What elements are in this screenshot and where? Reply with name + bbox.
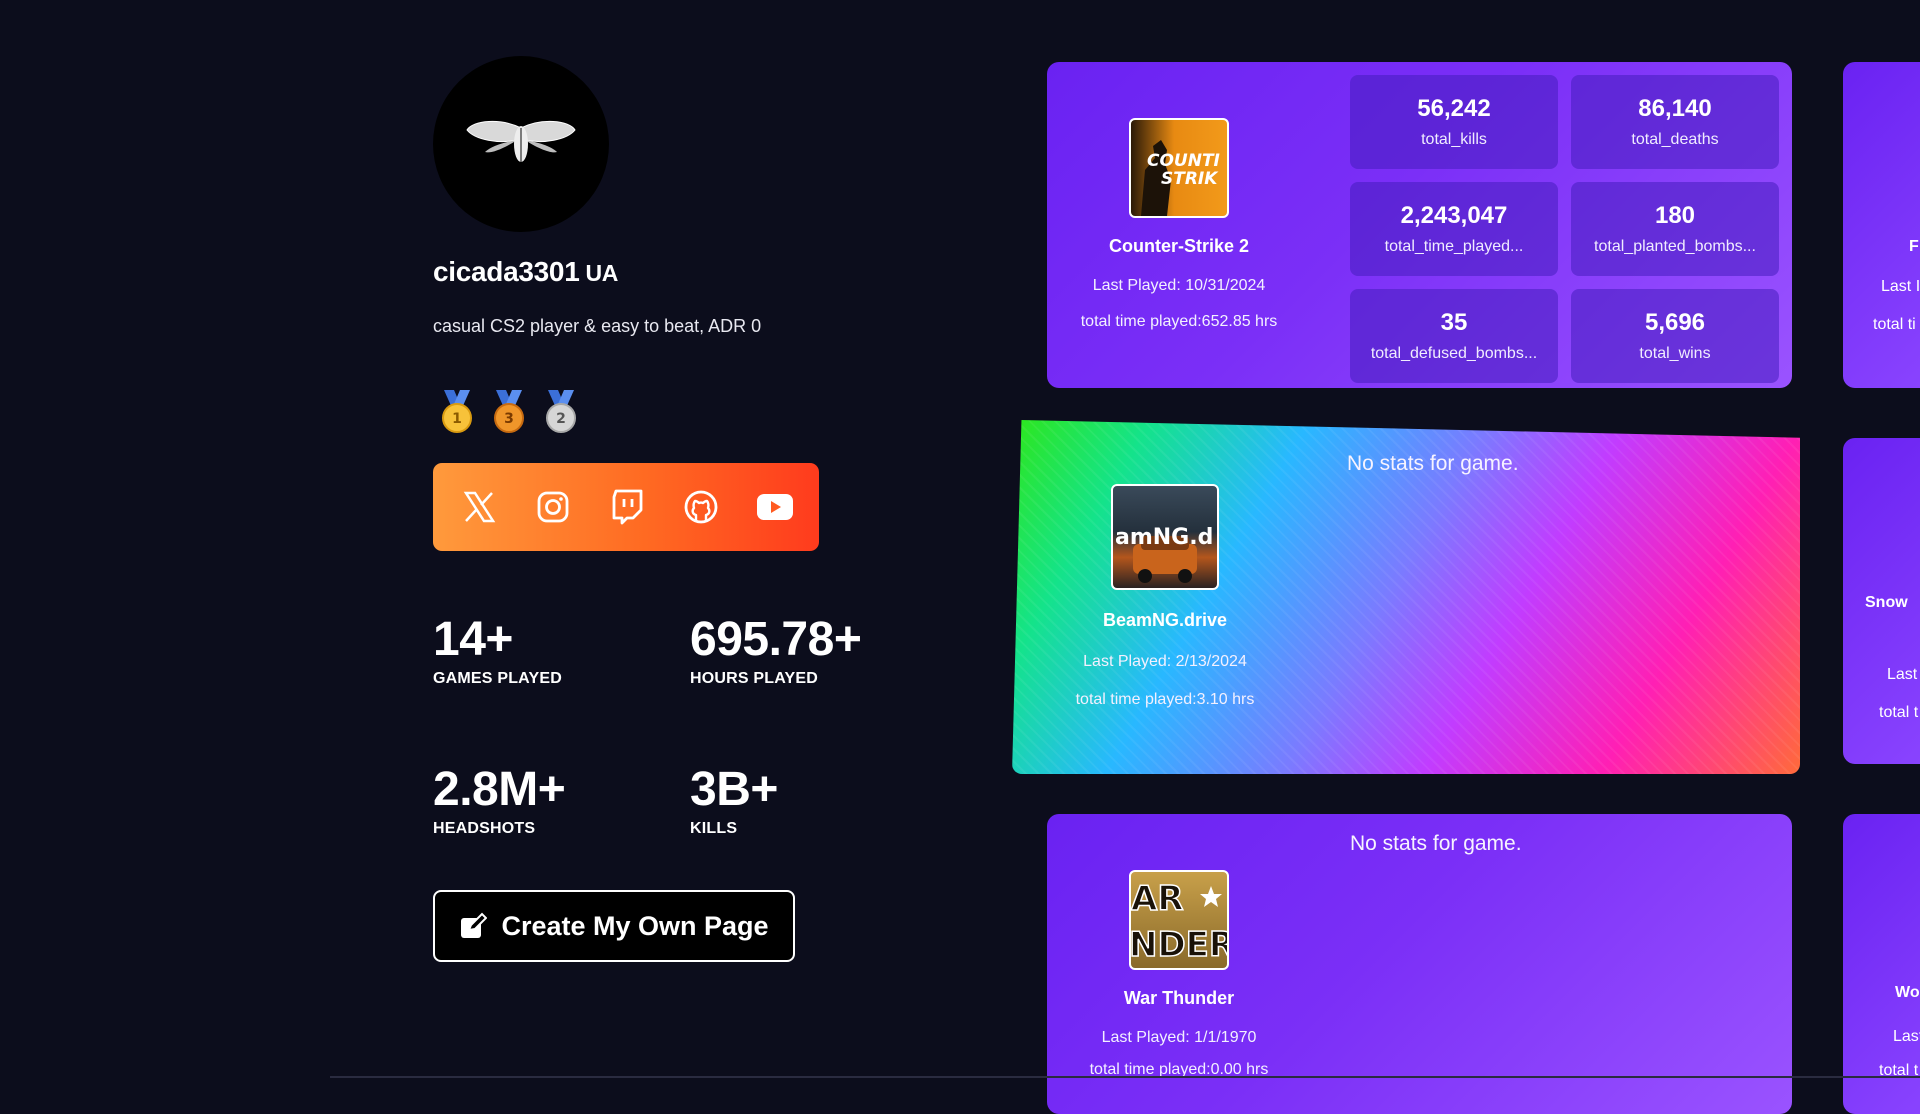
- game-info-war-thunder: AR NDER War Thunder Last Played: 1/1/197…: [1049, 870, 1309, 1079]
- create-button-label: Create My Own Page: [501, 910, 769, 941]
- svg-text:NDER: NDER: [1131, 925, 1227, 965]
- war-thunder-thumbnail-icon: AR NDER: [1131, 878, 1227, 966]
- cicada-icon: [466, 121, 576, 162]
- silver-medal-icon: 2: [546, 390, 576, 433]
- stat-value: 695.78+: [690, 613, 862, 666]
- game-name: Counter-Strike 2: [1108, 236, 1250, 256]
- game-thumbnail: AR NDER: [1129, 870, 1229, 970]
- stat-label: HOURS PLAYED: [690, 670, 819, 687]
- stat-cell-value: 180: [1654, 202, 1696, 229]
- counter-strike-thumbnail-icon: COUNTI STRIK: [1141, 140, 1220, 216]
- peek-title: F: [1909, 238, 1919, 255]
- game-name: War Thunder: [1123, 988, 1235, 1008]
- stat-cell-value: 35: [1440, 309, 1468, 336]
- youtube-link[interactable]: [753, 485, 797, 529]
- stat-value: 2.8M+: [433, 763, 566, 816]
- github-link[interactable]: [679, 485, 723, 529]
- game-total-time: total time played:3.10 hrs: [1075, 691, 1255, 708]
- stat-value: 3B+: [690, 763, 778, 816]
- github-icon: [684, 490, 718, 524]
- twitch-link[interactable]: [605, 485, 649, 529]
- peek-total-time: total ti: [1873, 316, 1916, 333]
- game-stats-grid: 56,242 total_kills 86,140 total_deaths 2…: [1350, 75, 1779, 383]
- game-card-peek-2[interactable]: Snow Last total t: [1843, 438, 1920, 764]
- stat-kills: 3B+ KILLS: [690, 764, 778, 838]
- no-stats-message: No stats for game.: [1347, 452, 1519, 475]
- stat-cell-value: 56,242: [1417, 95, 1491, 122]
- bronze-medal-icon: 3: [494, 390, 524, 433]
- x-link[interactable]: [457, 485, 501, 529]
- bottom-divider: [330, 1076, 1920, 1078]
- peek-title: Wo: [1895, 984, 1920, 1001]
- create-my-own-page-button[interactable]: Create My Own Page: [433, 890, 795, 962]
- stat-cell-total-kills: 56,242 total_kills: [1350, 75, 1558, 169]
- country-code: UA: [585, 260, 619, 286]
- svg-text:2: 2: [556, 411, 566, 427]
- edit-icon: [461, 912, 488, 938]
- x-icon: [463, 491, 496, 523]
- beamng-thumbnail-icon: amNG.d: [1115, 525, 1213, 583]
- twitch-icon: [612, 489, 643, 525]
- svg-text:COUNTI: COUNTI: [1147, 151, 1220, 171]
- stat-cell-total-defused-bombs: 35 total_defused_bombs...: [1350, 289, 1558, 383]
- game-info-counter-strike: COUNTI STRIK Counter-Strike 2 Last Playe…: [1049, 118, 1309, 331]
- stat-cell-total-deaths: 86,140 total_deaths: [1571, 75, 1779, 169]
- username-text: cicada3301: [433, 256, 580, 287]
- stat-cell-key: total_deaths: [1631, 131, 1719, 148]
- stat-cell-value: 5,696: [1644, 309, 1706, 336]
- instagram-link[interactable]: [531, 485, 575, 529]
- stat-cell-value: 2,243,047: [1400, 202, 1508, 229]
- stat-headshots: 2.8M+ HEADSHOTS: [433, 763, 566, 838]
- stat-cell-value: 86,140: [1638, 95, 1712, 122]
- username: cicada3301 UA: [433, 256, 618, 288]
- stat-cell-key: total_kills: [1421, 131, 1487, 148]
- peek-last-played: Last: [1893, 1028, 1920, 1045]
- game-card-peek-3[interactable]: Wo Last total t: [1843, 814, 1920, 1114]
- svg-text:1: 1: [452, 411, 462, 427]
- game-name: BeamNG.drive: [1102, 610, 1228, 630]
- stat-cell-total-wins: 5,696 total_wins: [1571, 289, 1779, 383]
- stat-cell-key: total_defused_bombs...: [1370, 345, 1538, 362]
- game-info-beamng: amNG.d BeamNG.drive Last Played: 2/13/20…: [1035, 484, 1295, 709]
- game-thumbnail: COUNTI STRIK: [1129, 118, 1229, 218]
- stat-cell-key: total_wins: [1639, 345, 1711, 362]
- no-stats-message: No stats for game.: [1350, 832, 1522, 855]
- game-total-time: total time played:652.85 hrs: [1080, 313, 1278, 330]
- svg-text:AR: AR: [1131, 879, 1184, 919]
- peek-title: Snow: [1865, 594, 1908, 611]
- stat-label: GAMES PLAYED: [433, 670, 562, 687]
- peek-last-played: Last I: [1881, 278, 1920, 295]
- game-last-played: Last Played: 1/1/1970: [1101, 1029, 1257, 1046]
- stat-cell-key: total_time_played...: [1384, 238, 1524, 255]
- stat-label: KILLS: [690, 820, 738, 837]
- game-last-played: Last Played: 2/13/2024: [1083, 653, 1247, 670]
- peek-last-played: Last: [1887, 666, 1918, 683]
- gold-medal-icon: 1: [442, 390, 472, 433]
- game-thumbnail: amNG.d: [1111, 484, 1219, 590]
- stat-label: HEADSHOTS: [433, 820, 536, 837]
- stat-cell-key: total_planted_bombs...: [1594, 238, 1756, 255]
- stat-cell-total-planted-bombs: 180 total_planted_bombs...: [1571, 182, 1779, 276]
- avatar: [433, 56, 609, 232]
- stat-value: 14+: [433, 613, 513, 666]
- peek-total-time: total t: [1879, 704, 1919, 721]
- svg-text:3: 3: [504, 411, 514, 427]
- medal-row: 1 3 2: [438, 390, 580, 434]
- stat-hours-played: 695.78+ HOURS PLAYED: [690, 613, 862, 688]
- instagram-icon: [537, 491, 569, 523]
- youtube-icon: [757, 494, 793, 520]
- bio: casual CS2 player & easy to beat, ADR 0: [433, 316, 762, 336]
- stat-games-played: 14+ GAMES PLAYED: [433, 614, 562, 688]
- stat-cell-total-time-played: 2,243,047 total_time_played...: [1350, 182, 1558, 276]
- svg-text:amNG.d: amNG.d: [1115, 525, 1213, 550]
- social-links-bar: [433, 463, 819, 551]
- svg-text:STRIK: STRIK: [1161, 169, 1219, 189]
- game-last-played: Last Played: 10/31/2024: [1092, 277, 1266, 294]
- game-card-peek-1[interactable]: F Last I total ti: [1843, 62, 1920, 388]
